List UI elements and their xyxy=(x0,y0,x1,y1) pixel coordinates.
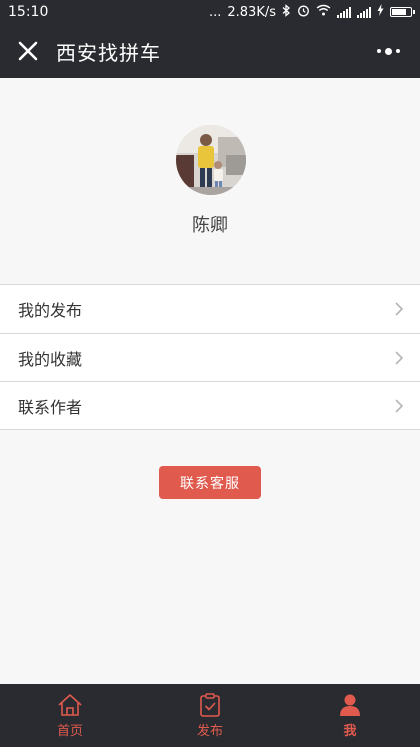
tab-publish[interactable]: 发布 xyxy=(140,684,280,747)
more-button[interactable] xyxy=(366,24,410,78)
username: 陈卿 xyxy=(192,215,228,236)
more-dot xyxy=(376,49,381,53)
network-speed: 2.83K/s xyxy=(227,4,276,20)
tab-label: 我 xyxy=(343,723,357,739)
profile-section: 陈卿 xyxy=(0,78,420,284)
status-time: 15:10 xyxy=(8,4,49,20)
status-dots: ... xyxy=(208,4,222,20)
menu-item-my-favorites[interactable]: 我的收藏 xyxy=(0,333,420,381)
bluetooth-icon xyxy=(282,3,291,21)
tab-label: 首页 xyxy=(56,723,83,739)
menu-item-my-posts[interactable]: 我的发布 xyxy=(0,285,420,333)
battery-icon xyxy=(390,7,415,17)
charging-icon xyxy=(377,4,384,20)
contact-service-button[interactable]: 联系客服 xyxy=(159,466,261,499)
chevron-right-icon xyxy=(395,398,404,413)
signal-icon-2 xyxy=(357,6,371,18)
menu-item-label: 我的收藏 xyxy=(18,349,83,369)
more-dot-center xyxy=(384,47,392,55)
tab-label: 发布 xyxy=(196,723,223,739)
menu-item-label: 我的发布 xyxy=(18,301,83,320)
page-title: 西安找拼车 xyxy=(56,40,161,65)
tab-home[interactable]: 首页 xyxy=(0,684,140,747)
status-bar: 15:10 ... 2.83K/s xyxy=(0,0,420,24)
signal-icon-1 xyxy=(337,6,351,18)
more-dot xyxy=(395,49,400,53)
title-bar: 西安找拼车 xyxy=(0,24,420,78)
tab-bar: 首页 发布 我 xyxy=(0,684,420,747)
person-icon xyxy=(340,694,360,716)
avatar[interactable] xyxy=(176,125,246,195)
menu-list: 我的发布 我的收藏 联系作者 xyxy=(0,284,420,430)
alarm-icon xyxy=(297,4,310,21)
menu-item-contact-author[interactable]: 联系作者 xyxy=(0,381,420,429)
home-icon xyxy=(58,693,82,716)
status-indicators: ... 2.83K/s xyxy=(208,3,415,21)
wifi-icon xyxy=(316,4,331,20)
tab-me[interactable]: 我 xyxy=(280,684,420,747)
menu-item-label: 联系作者 xyxy=(18,397,83,417)
chevron-right-icon xyxy=(395,350,404,365)
close-button[interactable] xyxy=(0,24,56,78)
publish-icon xyxy=(200,692,220,717)
close-icon xyxy=(18,41,38,61)
chevron-right-icon xyxy=(395,302,404,316)
